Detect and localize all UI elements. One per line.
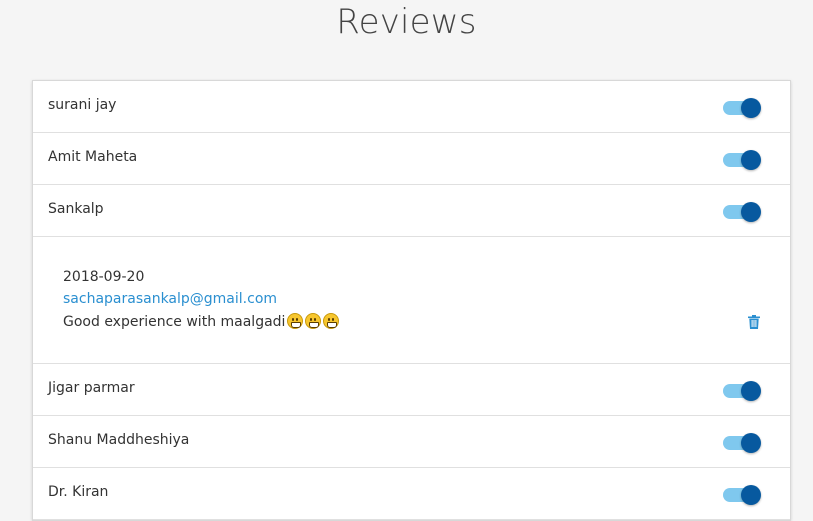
review-comment: Good experience with maalgadi <box>63 313 340 330</box>
review-toggle[interactable] <box>723 150 761 170</box>
review-row[interactable]: Dr. Kiran <box>33 468 790 520</box>
review-name: Sankalp <box>48 201 104 217</box>
review-detail: 2018-09-20 sachaparasankalp@gmail.com Go… <box>33 237 790 364</box>
review-name: surani jay <box>48 97 117 113</box>
grin-emoji-icon <box>287 313 304 329</box>
review-name: Jigar parmar <box>48 380 135 396</box>
review-row[interactable]: surani jay <box>33 81 790 133</box>
toggle-knob <box>741 202 761 222</box>
review-toggle[interactable] <box>723 98 761 118</box>
toggle-knob <box>741 381 761 401</box>
review-comment-text: Good experience with maalgadi <box>63 314 286 330</box>
toggle-knob <box>741 98 761 118</box>
review-list: surani jay Amit Maheta Sankalp 2018-09-2… <box>32 80 791 521</box>
review-date: 2018-09-20 <box>63 269 145 285</box>
review-name: Dr. Kiran <box>48 484 109 500</box>
review-name: Amit Maheta <box>48 149 138 165</box>
toggle-knob <box>741 433 761 453</box>
toggle-knob <box>741 150 761 170</box>
page-title: Reviews <box>336 2 477 42</box>
review-row[interactable]: Jigar parmar <box>33 364 790 416</box>
review-toggle[interactable] <box>723 381 761 401</box>
grin-emoji-icon <box>305 313 322 329</box>
review-row[interactable]: Shanu Maddheshiya <box>33 416 790 468</box>
review-row[interactable]: Amit Maheta <box>33 133 790 185</box>
review-email-link[interactable]: sachaparasankalp@gmail.com <box>63 291 277 307</box>
review-toggle[interactable] <box>723 433 761 453</box>
review-name: Shanu Maddheshiya <box>48 432 190 448</box>
review-toggle[interactable] <box>723 485 761 505</box>
grin-emoji-icon <box>323 313 340 329</box>
review-row[interactable]: Sankalp <box>33 185 790 237</box>
trash-icon[interactable] <box>748 315 760 329</box>
review-toggle[interactable] <box>723 202 761 222</box>
toggle-knob <box>741 485 761 505</box>
